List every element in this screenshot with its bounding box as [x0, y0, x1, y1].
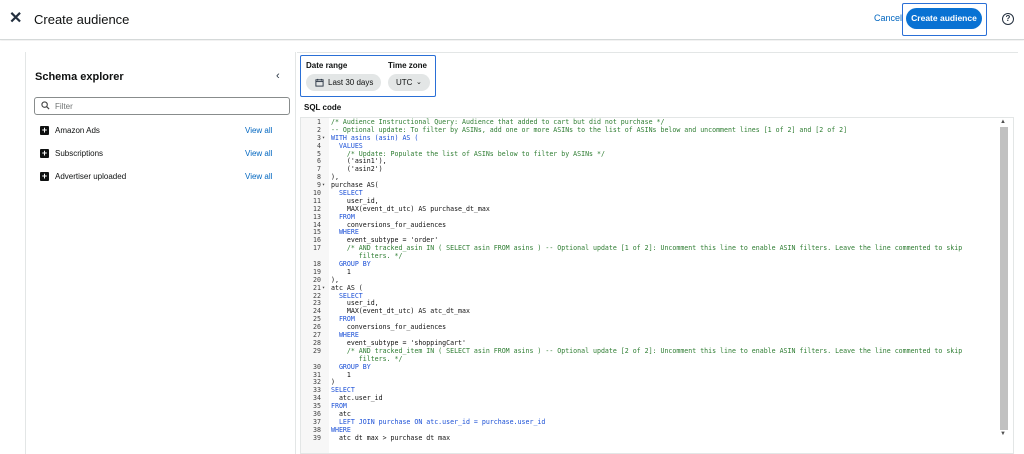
code-line: 10 SELECT: [301, 189, 1001, 198]
code-line: 35 FROM: [301, 402, 1001, 411]
code-text: LEFT JOIN purchase ON atc.user_id = purc…: [331, 417, 546, 426]
code-line: 8),: [301, 173, 1001, 182]
help-icon[interactable]: ?: [1002, 13, 1014, 25]
code-line: 21 ▾ atc AS (: [301, 284, 1001, 293]
code-line: 17 /* AND tracked_asin IN ( SELECT asin …: [301, 244, 1001, 253]
schema-item-label: Amazon Ads: [55, 126, 100, 135]
code-line: 26 conversions_for_audiences: [301, 323, 1001, 332]
sql-editor[interactable]: 1/* Audience Instructional Query: Audien…: [300, 117, 1014, 454]
schema-explorer-title: Schema explorer: [35, 71, 124, 83]
view-all-link[interactable]: View all: [245, 149, 272, 158]
scroll-down-arrow-icon[interactable]: ▼: [1000, 431, 1006, 437]
schema-explorer-panel: Schema explorer ‹ Filter + Amazon Ads Vi…: [26, 52, 296, 454]
schema-item-label: Advertiser uploaded: [55, 172, 127, 181]
close-icon[interactable]: ✕: [9, 11, 23, 27]
fold-arrow-icon[interactable]: ▾: [322, 182, 325, 190]
code-line: 22 SELECT: [301, 292, 1001, 301]
code-line: 29 /* AND tracked_item IN ( SELECT asin …: [301, 346, 1001, 356]
date-range-label: Date range: [306, 61, 348, 70]
date-range-value: Last 30 days: [328, 78, 374, 87]
code-line: 9 ▾ purchase AS(: [301, 181, 1001, 190]
expand-plus-icon[interactable]: +: [40, 149, 49, 158]
schema-item-label: Subscriptions: [55, 149, 104, 158]
time-zone-select[interactable]: UTC ⌄: [388, 74, 430, 91]
chevron-left-icon[interactable]: ‹: [276, 70, 280, 82]
filter-placeholder: Filter: [55, 102, 73, 111]
code-line: 18 GROUP BY: [301, 260, 1001, 269]
schema-item-amazon-ads: + Amazon Ads View all: [40, 124, 276, 138]
line-number: 17: [313, 244, 321, 253]
chevron-down-icon: ⌄: [416, 79, 422, 86]
code-line: 33 SELECT: [301, 386, 1001, 395]
code-line: 32): [301, 378, 1001, 387]
schema-item-advertiser-uploaded: + Advertiser uploaded View all: [40, 170, 276, 184]
expand-plus-icon[interactable]: +: [40, 172, 49, 181]
code-line: 7 ('asin2'): [301, 165, 1001, 174]
code-line: 30 GROUP BY: [301, 363, 1001, 372]
view-all-link[interactable]: View all: [245, 126, 272, 135]
code-line: 34 atc.user_id: [301, 394, 1001, 403]
code-line: 6 ('asin1'),: [301, 158, 1001, 166]
scroll-thumb[interactable]: [1000, 127, 1008, 430]
search-icon: [41, 101, 50, 110]
create-audience-button[interactable]: Create audience: [906, 8, 982, 29]
fold-arrow-icon[interactable]: ▾: [322, 285, 325, 293]
code-line: 5 /* Update: Populate the list of ASINs …: [301, 150, 1001, 159]
code-text: /* AND tracked_item IN ( SELECT asin FRO…: [331, 346, 963, 355]
editor-scrollbar[interactable]: ▲ ▼: [999, 119, 1009, 444]
fold-arrow-icon[interactable]: ▾: [322, 135, 325, 143]
code-text: /* AND tracked_asin IN ( SELECT asin FRO…: [331, 244, 963, 253]
code-line: 3 ▾ WITH asins (asin) AS (: [301, 134, 1001, 143]
code-line: 39 atc dt max > purchase dt max: [301, 433, 1001, 443]
scroll-up-arrow-icon[interactable]: ▲: [1000, 119, 1006, 125]
calendar-icon: [315, 78, 324, 87]
top-bar: ✕ Create audience Cancel Create audience…: [0, 0, 1024, 40]
cancel-button[interactable]: Cancel: [874, 13, 902, 23]
filter-input[interactable]: Filter: [34, 97, 290, 115]
schema-item-subscriptions: + Subscriptions View all: [40, 147, 276, 161]
date-range-select[interactable]: Last 30 days: [306, 74, 381, 91]
line-number: 29: [313, 346, 321, 355]
expand-plus-icon[interactable]: +: [40, 126, 49, 135]
code-line: filters. */: [301, 355, 1001, 364]
code-line: 20),: [301, 276, 1001, 285]
code-line: filters. */: [301, 252, 1001, 261]
view-all-link[interactable]: View all: [245, 172, 272, 181]
code-line: 12 MAX(event_dt_utc) AS purchase_dt_max: [301, 205, 1001, 214]
code-line: 24 MAX(event_dt_utc) AS atc_dt_max: [301, 307, 1001, 316]
page-title: Create audience: [34, 12, 130, 27]
time-zone-label: Time zone: [388, 61, 427, 70]
code-line: 31 1: [301, 371, 1001, 380]
time-zone-value: UTC: [396, 78, 413, 87]
sql-code-label: SQL code: [304, 103, 342, 112]
code-line: 19 1: [301, 268, 1001, 277]
code-area: 1/* Audience Instructional Query: Audien…: [301, 118, 1001, 443]
code-text: atc dt max > purchase dt max: [331, 433, 451, 442]
code-line: 37 LEFT JOIN purchase ON atc.user_id = p…: [301, 417, 1001, 427]
code-line: 14 conversions_for_audiences: [301, 221, 1001, 230]
line-number: 39: [313, 433, 321, 442]
